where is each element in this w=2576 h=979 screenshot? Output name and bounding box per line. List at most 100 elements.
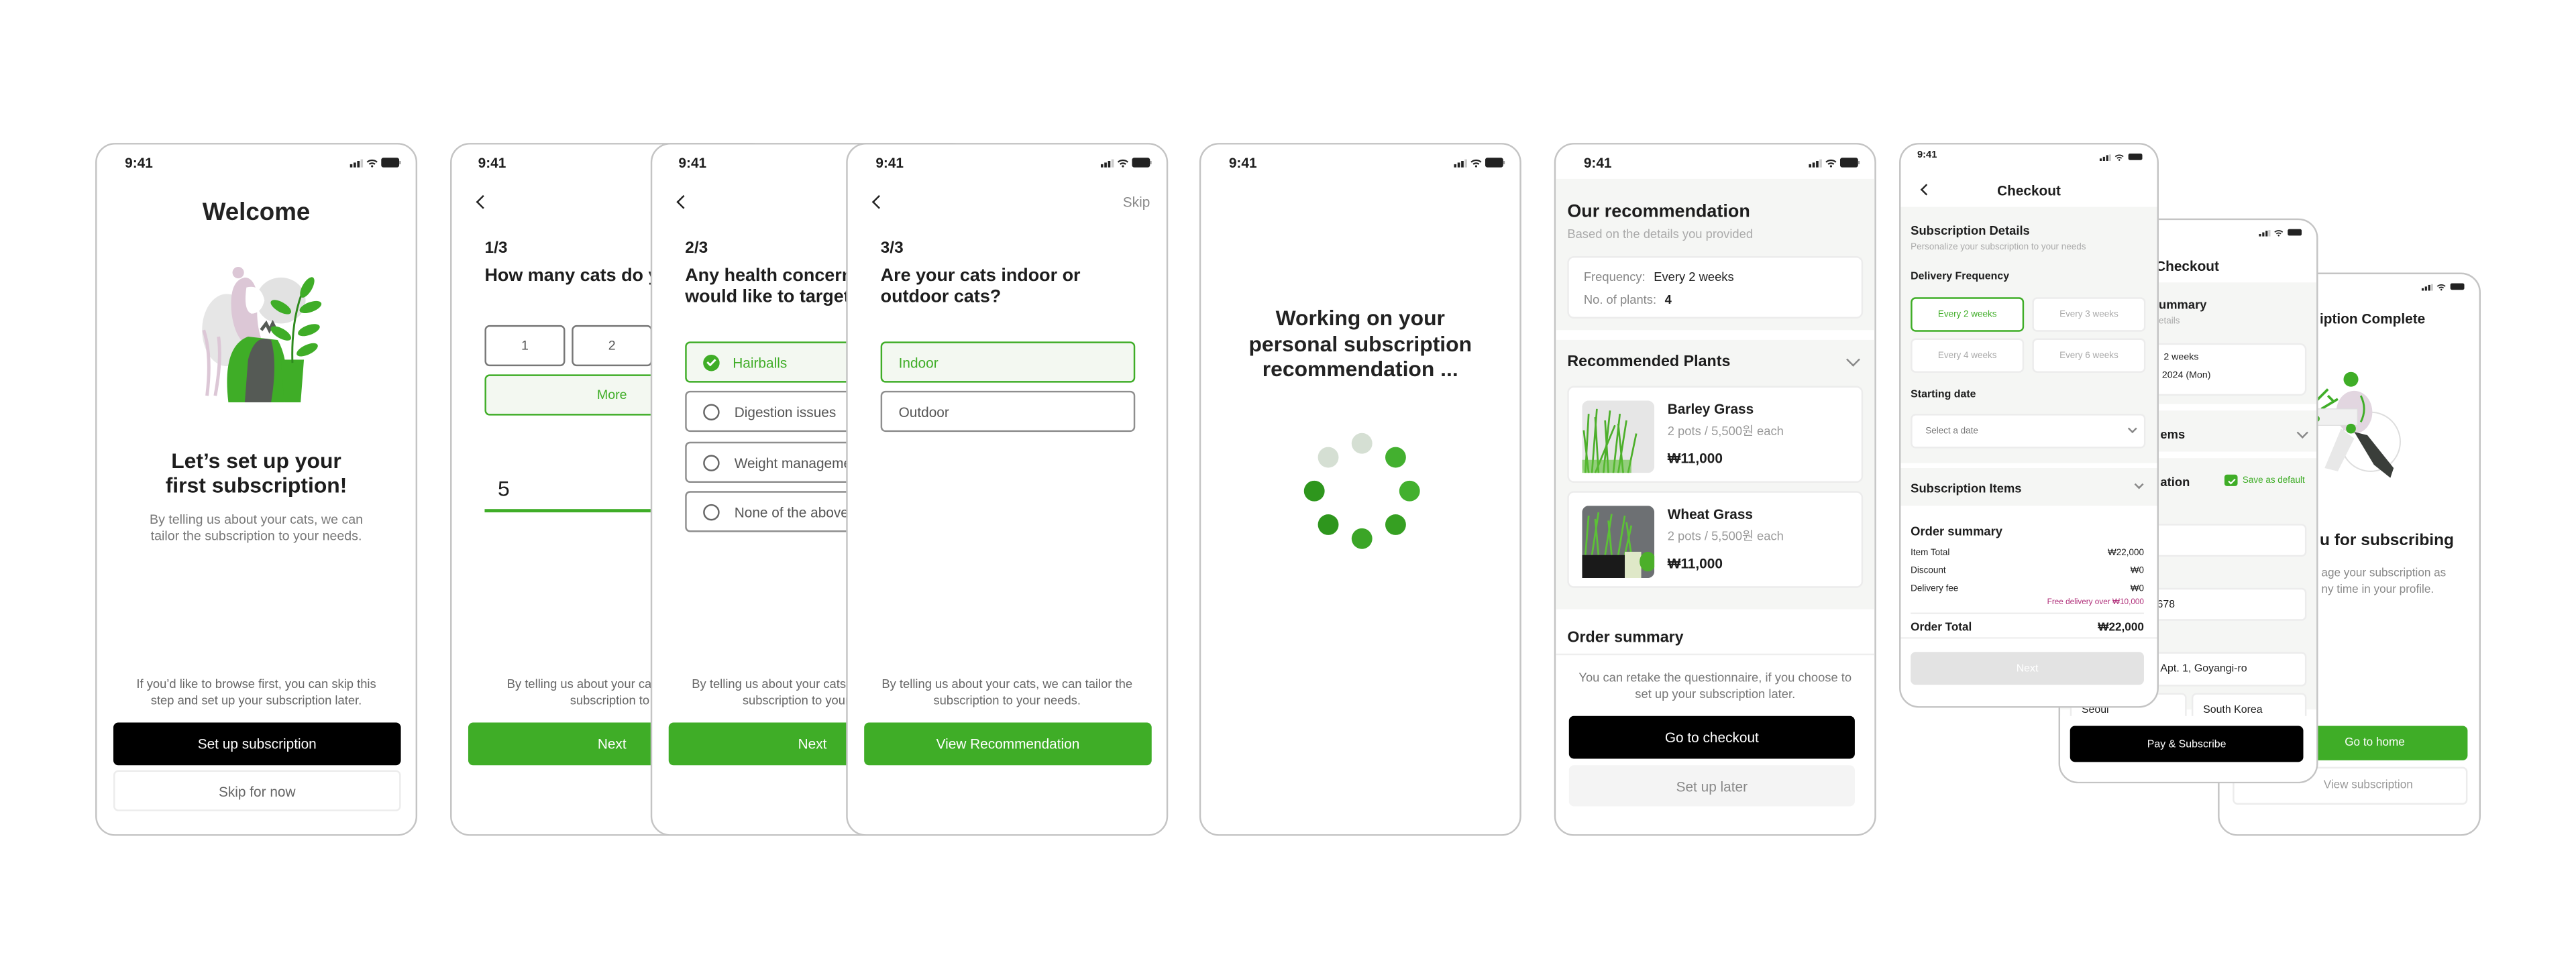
- spinner-dot: [1318, 514, 1339, 535]
- step-indicator: 1/3: [484, 239, 508, 258]
- frequency-option[interactable]: Every 3 weeks: [2032, 297, 2146, 332]
- count-option-1[interactable]: 1: [484, 325, 566, 367]
- loading-line: personal subscription: [1248, 331, 1472, 356]
- summary-subtitle: etails: [2158, 316, 2180, 327]
- screen-recommendation: 9:41 Our recommendation Based on the det…: [1554, 143, 1876, 836]
- battery-icon: [1485, 158, 1505, 168]
- wifi-icon: [1117, 158, 1128, 167]
- details-subtitle: Personalize your subscription to your ne…: [1911, 243, 2086, 253]
- go-to-checkout-button[interactable]: Go to checkout: [1568, 715, 1855, 759]
- plant-card[interactable]: Barley Grass 2 pots / 5,500원 each ₩11,00…: [1567, 386, 1864, 483]
- plants-value: 4: [1664, 292, 1672, 307]
- summary-row: Delivery fee ₩0: [1911, 585, 2144, 595]
- screen-loading: 9:41 Working on your personal subscripti…: [1199, 143, 1521, 836]
- setup-later-button[interactable]: Set up later: [1568, 765, 1855, 807]
- signal-icon: [1100, 158, 1114, 167]
- wifi-icon: [2436, 283, 2446, 290]
- plant-detail: 2 pots / 5,500원 each: [1667, 423, 1784, 439]
- option-outdoor[interactable]: Outdoor: [880, 390, 1136, 433]
- recommendation-summary-card: Frequency: Every 2 weeks No. of plants: …: [1567, 256, 1864, 319]
- status-icons: [350, 158, 401, 168]
- row-label: Delivery fee: [1911, 584, 1959, 595]
- chevron-left-icon[interactable]: [476, 194, 490, 209]
- note-line: If you’d like to browse first, you can s…: [136, 676, 376, 692]
- footer-line: By telling us about your cats,: [692, 676, 850, 692]
- design-canvas: 9:41 Welcome Let’s set up your first sub…: [0, 0, 2576, 979]
- question-text: Any health concern would like to target’: [685, 266, 855, 309]
- footer-line: subscription to your: [570, 693, 677, 708]
- save-default-label[interactable]: Save as default: [2243, 476, 2305, 486]
- loading-spinner: [1303, 433, 1420, 549]
- chevron-left-icon[interactable]: [676, 194, 691, 209]
- step-indicator: 2/3: [685, 239, 708, 258]
- battery-icon: [2288, 229, 2302, 236]
- screen-welcome: 9:41 Welcome Let’s set up your first sub…: [95, 143, 418, 836]
- radio-icon: [703, 503, 720, 520]
- barley-grass-image: [1582, 400, 1655, 473]
- divider: [1556, 653, 1875, 656]
- count-option-2[interactable]: 2: [572, 325, 653, 367]
- start-date-select[interactable]: Select a date: [1911, 414, 2146, 449]
- note-line: step and set up your subscription later.: [150, 693, 362, 708]
- details-title: Subscription Details: [1911, 223, 2030, 239]
- frequency-option[interactable]: Every 2 weeks: [1911, 297, 2025, 332]
- option-indoor[interactable]: Indoor: [880, 341, 1136, 383]
- view-recommendation-button[interactable]: View Recommendation: [864, 722, 1152, 766]
- screen-checkout: 9:41 Checkout Subscription Details Perso…: [1899, 143, 2159, 708]
- row-value: ₩0: [2130, 584, 2144, 595]
- plant-detail: 2 pots / 5,500원 each: [1667, 528, 1784, 544]
- headline-line: Let’s set up your: [171, 448, 341, 473]
- frequency-label: Frequency:: [1583, 269, 1646, 284]
- loading-line: recommendation ...: [1262, 356, 1458, 382]
- summary-title: ummary: [2158, 297, 2207, 312]
- spinner-dot: [1385, 514, 1406, 535]
- wifi-icon: [1825, 158, 1837, 167]
- status-time: 9:41: [1228, 154, 1257, 171]
- row-value: ₩22,000: [2108, 548, 2144, 559]
- status-icons: [1454, 158, 1505, 168]
- check-circle-icon: [703, 353, 720, 371]
- summary-row: Item Total ₩22,000: [1911, 549, 2144, 559]
- question-line: Any health concern: [685, 266, 853, 286]
- option-label: Hairballs: [733, 353, 788, 371]
- order-summary-title: Order summary: [1911, 524, 2002, 539]
- spinner-dot: [1351, 433, 1373, 454]
- status-icons: [2099, 153, 2144, 161]
- total-value: ₩22,000: [2098, 622, 2144, 634]
- status-time: 9:41: [875, 154, 904, 171]
- signal-icon: [2099, 153, 2111, 160]
- divider: [1911, 612, 2144, 614]
- plants-label: No. of plants:: [1583, 292, 1657, 307]
- skip-link[interactable]: Skip: [1123, 194, 1150, 210]
- divider: [1900, 637, 2157, 639]
- radio-icon: [703, 454, 720, 471]
- footer-note: By telling us about your cats, w subscri…: [480, 677, 677, 709]
- phone-value: 678: [2157, 598, 2176, 610]
- setup-subscription-button[interactable]: Set up subscription: [113, 722, 401, 766]
- frequency-value: 2 weeks: [2163, 353, 2199, 363]
- date-label: Starting date: [1911, 389, 1976, 401]
- loading-line: Working on your: [1275, 305, 1445, 331]
- plant-card[interactable]: Wheat Grass 2 pots / 5,500원 each ₩11,000: [1567, 491, 1864, 588]
- question-line: would like to target’: [685, 287, 855, 307]
- frequency-option[interactable]: Every 4 weeks: [1911, 338, 2025, 373]
- count-input[interactable]: 5: [498, 476, 510, 501]
- next-button-disabled[interactable]: Next: [1911, 652, 2144, 685]
- option-label: Outdoor: [898, 403, 949, 420]
- option-label: Digestion issues: [734, 403, 837, 420]
- signal-icon: [2421, 283, 2433, 290]
- page-title: Checkout: [1997, 182, 2061, 199]
- checkbox-icon[interactable]: [2224, 474, 2238, 486]
- frequency-option[interactable]: Every 6 weeks: [2032, 338, 2146, 373]
- skip-for-now-button[interactable]: Skip for now: [113, 770, 401, 811]
- order-summary-title: Order summary: [1567, 628, 1684, 647]
- note-line: You can retake the questionnaire, if you…: [1578, 670, 1852, 685]
- page-title: Checkout: [2155, 257, 2219, 274]
- row-value: ₩0: [2130, 566, 2144, 577]
- question-line: outdoor cats?: [880, 287, 1002, 307]
- battery-icon: [2128, 153, 2143, 160]
- chevron-left-icon[interactable]: [871, 194, 886, 209]
- plant-name: Barley Grass: [1667, 400, 1754, 418]
- option-label: Weight manageme: [734, 454, 852, 471]
- pay-subscribe-button[interactable]: Pay & Subscribe: [2070, 726, 2304, 762]
